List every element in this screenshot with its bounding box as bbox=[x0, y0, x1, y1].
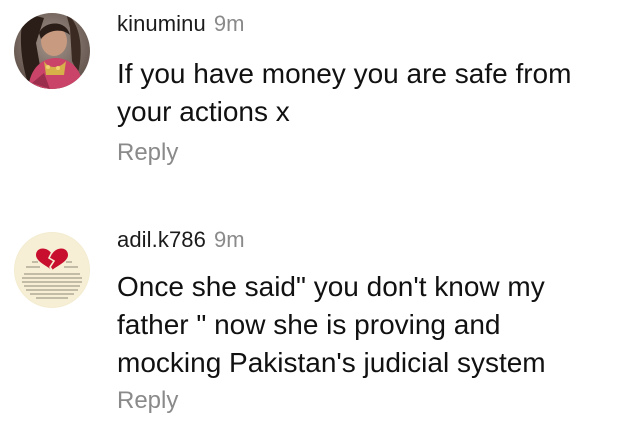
avatar[interactable] bbox=[14, 13, 90, 89]
broken-heart-avatar-icon bbox=[14, 232, 90, 308]
timestamp: 9m bbox=[213, 227, 245, 252]
comment-header: kinuminu 9m bbox=[117, 11, 244, 37]
user-photo-avatar-icon bbox=[14, 13, 90, 89]
comment-text-line: your actions x bbox=[117, 96, 290, 127]
comment: kinuminu 9m If you have money you are saf… bbox=[0, 0, 627, 200]
comment: adil.k786 9m Once she said" you don't kno… bbox=[0, 210, 627, 421]
timestamp: 9m bbox=[213, 11, 245, 36]
comment-text-line: father " now she is proving and bbox=[117, 309, 501, 340]
comment-text-line: If you have money you are safe from bbox=[117, 58, 572, 89]
reply-button[interactable]: Reply bbox=[117, 139, 178, 167]
avatar[interactable] bbox=[14, 232, 90, 308]
reply-button[interactable]: Reply bbox=[117, 387, 178, 415]
comment-header: adil.k786 9m bbox=[117, 227, 245, 253]
username[interactable]: kinuminu bbox=[117, 11, 206, 36]
comment-text-line: Once she said" you don't know my bbox=[117, 271, 545, 302]
comment-text: If you have money you are safe from your… bbox=[117, 55, 617, 131]
username[interactable]: adil.k786 bbox=[117, 227, 206, 252]
comment-text: Once she said" you don't know my father … bbox=[117, 268, 617, 382]
comment-text-line: mocking Pakistan's judicial system bbox=[117, 347, 546, 378]
